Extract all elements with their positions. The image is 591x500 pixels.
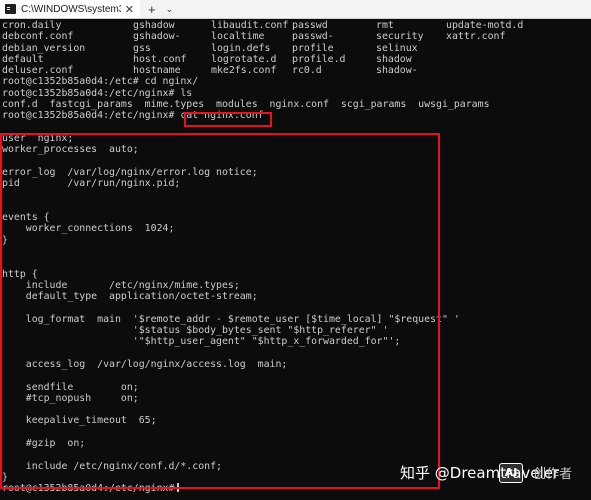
ls-entry: gshadow — [133, 20, 175, 31]
ls-entry: localtime — [211, 31, 265, 43]
ls-entry — [446, 65, 586, 76]
ls-entry: hostname — [133, 65, 181, 77]
ls-entry: profile — [292, 42, 334, 54]
ls-entry: passwd- — [292, 31, 334, 43]
close-icon[interactable]: ✕ — [125, 3, 134, 16]
window-titlebar: C:\WINDOWS\system32\cmd.e ✕ + ⌄ — [0, 0, 591, 19]
watermark-logo: AI — [499, 462, 524, 483]
ls-entry: deluser.conf — [2, 65, 74, 77]
terminal-tab[interactable]: C:\WINDOWS\system32\cmd.e ✕ — [0, 0, 140, 18]
ls-entry: selinux — [376, 42, 418, 54]
ls-entry: default — [2, 53, 44, 65]
filename-highlight-box — [184, 112, 272, 127]
prompt-ls-command: root@c1352b85a0d4:/etc/nginx# ls — [2, 87, 193, 99]
new-tab-button[interactable]: + — [148, 2, 156, 17]
ls-entry: update-motd.d — [446, 20, 524, 31]
cat-prefix: root@c1352b85a0d4:/etc/nginx# cat — [2, 110, 205, 122]
ls-nginx-output: conf.d fastcgi_params mime.types modules… — [2, 99, 490, 111]
ls-entry: gss — [133, 42, 151, 54]
ls-row: debconf.conf gshadow-localtime passwd-secu… — [2, 31, 590, 42]
ls-entry: libaudit.conf — [211, 20, 289, 31]
ls-entry: shadow- — [376, 65, 418, 77]
ls-entry: debian_version — [2, 42, 86, 54]
ls-row: deluser.conf hostname mke2fs.conf rc0.d shad… — [2, 65, 590, 76]
chevron-down-icon[interactable]: ⌄ — [166, 4, 174, 15]
ls-entry: shadow — [376, 53, 412, 65]
ls-entry: mke2fs.conf — [211, 65, 277, 77]
watermark-tail: 创作者 — [533, 467, 573, 482]
ls-entry: cron.daily — [2, 20, 62, 31]
conf-line — [2, 122, 590, 133]
ls-entry — [446, 43, 586, 54]
ls-entry: debconf.conf — [2, 31, 74, 43]
prompt-cd-command: root@c1352b85a0d4:/etc# cd nginx/ — [2, 76, 199, 88]
ls-row: debian_version gss login.defs profile selinu… — [2, 43, 590, 54]
ls-entry — [446, 54, 586, 65]
ls-entry: host.conf — [133, 53, 187, 65]
prompt-cat-command: root@c1352b85a0d4:/etc/nginx# cat nginx.… — [2, 110, 590, 121]
file-content-highlight-box — [0, 133, 440, 489]
ls-entry: gshadow- — [133, 31, 181, 43]
ls-entry: security — [376, 31, 424, 43]
watermark: 知乎 @Dreamtraveler AI 创作者 — [400, 462, 572, 483]
ls-entry: logrotate.d — [211, 53, 277, 65]
ls-entry: rc0.d — [292, 65, 322, 77]
terminal-icon — [5, 4, 16, 14]
ls-entry: rmt — [376, 20, 394, 31]
ls-entry: xattr.conf — [446, 31, 506, 43]
ls-entry: profile.d — [292, 53, 346, 65]
tab-title: C:\WINDOWS\system32\cmd.e — [21, 3, 121, 15]
ls-row: cron.daily gshadow libaudit.conf passwd rmt u… — [2, 20, 590, 31]
ls-etc-output: cron.daily gshadow libaudit.conf passwd rmt u… — [2, 20, 590, 76]
ls-entry: login.defs — [211, 42, 271, 54]
ls-entry: passwd — [292, 20, 328, 31]
ls-row: default host.conf logrotate.d profile.d shad… — [2, 54, 590, 65]
